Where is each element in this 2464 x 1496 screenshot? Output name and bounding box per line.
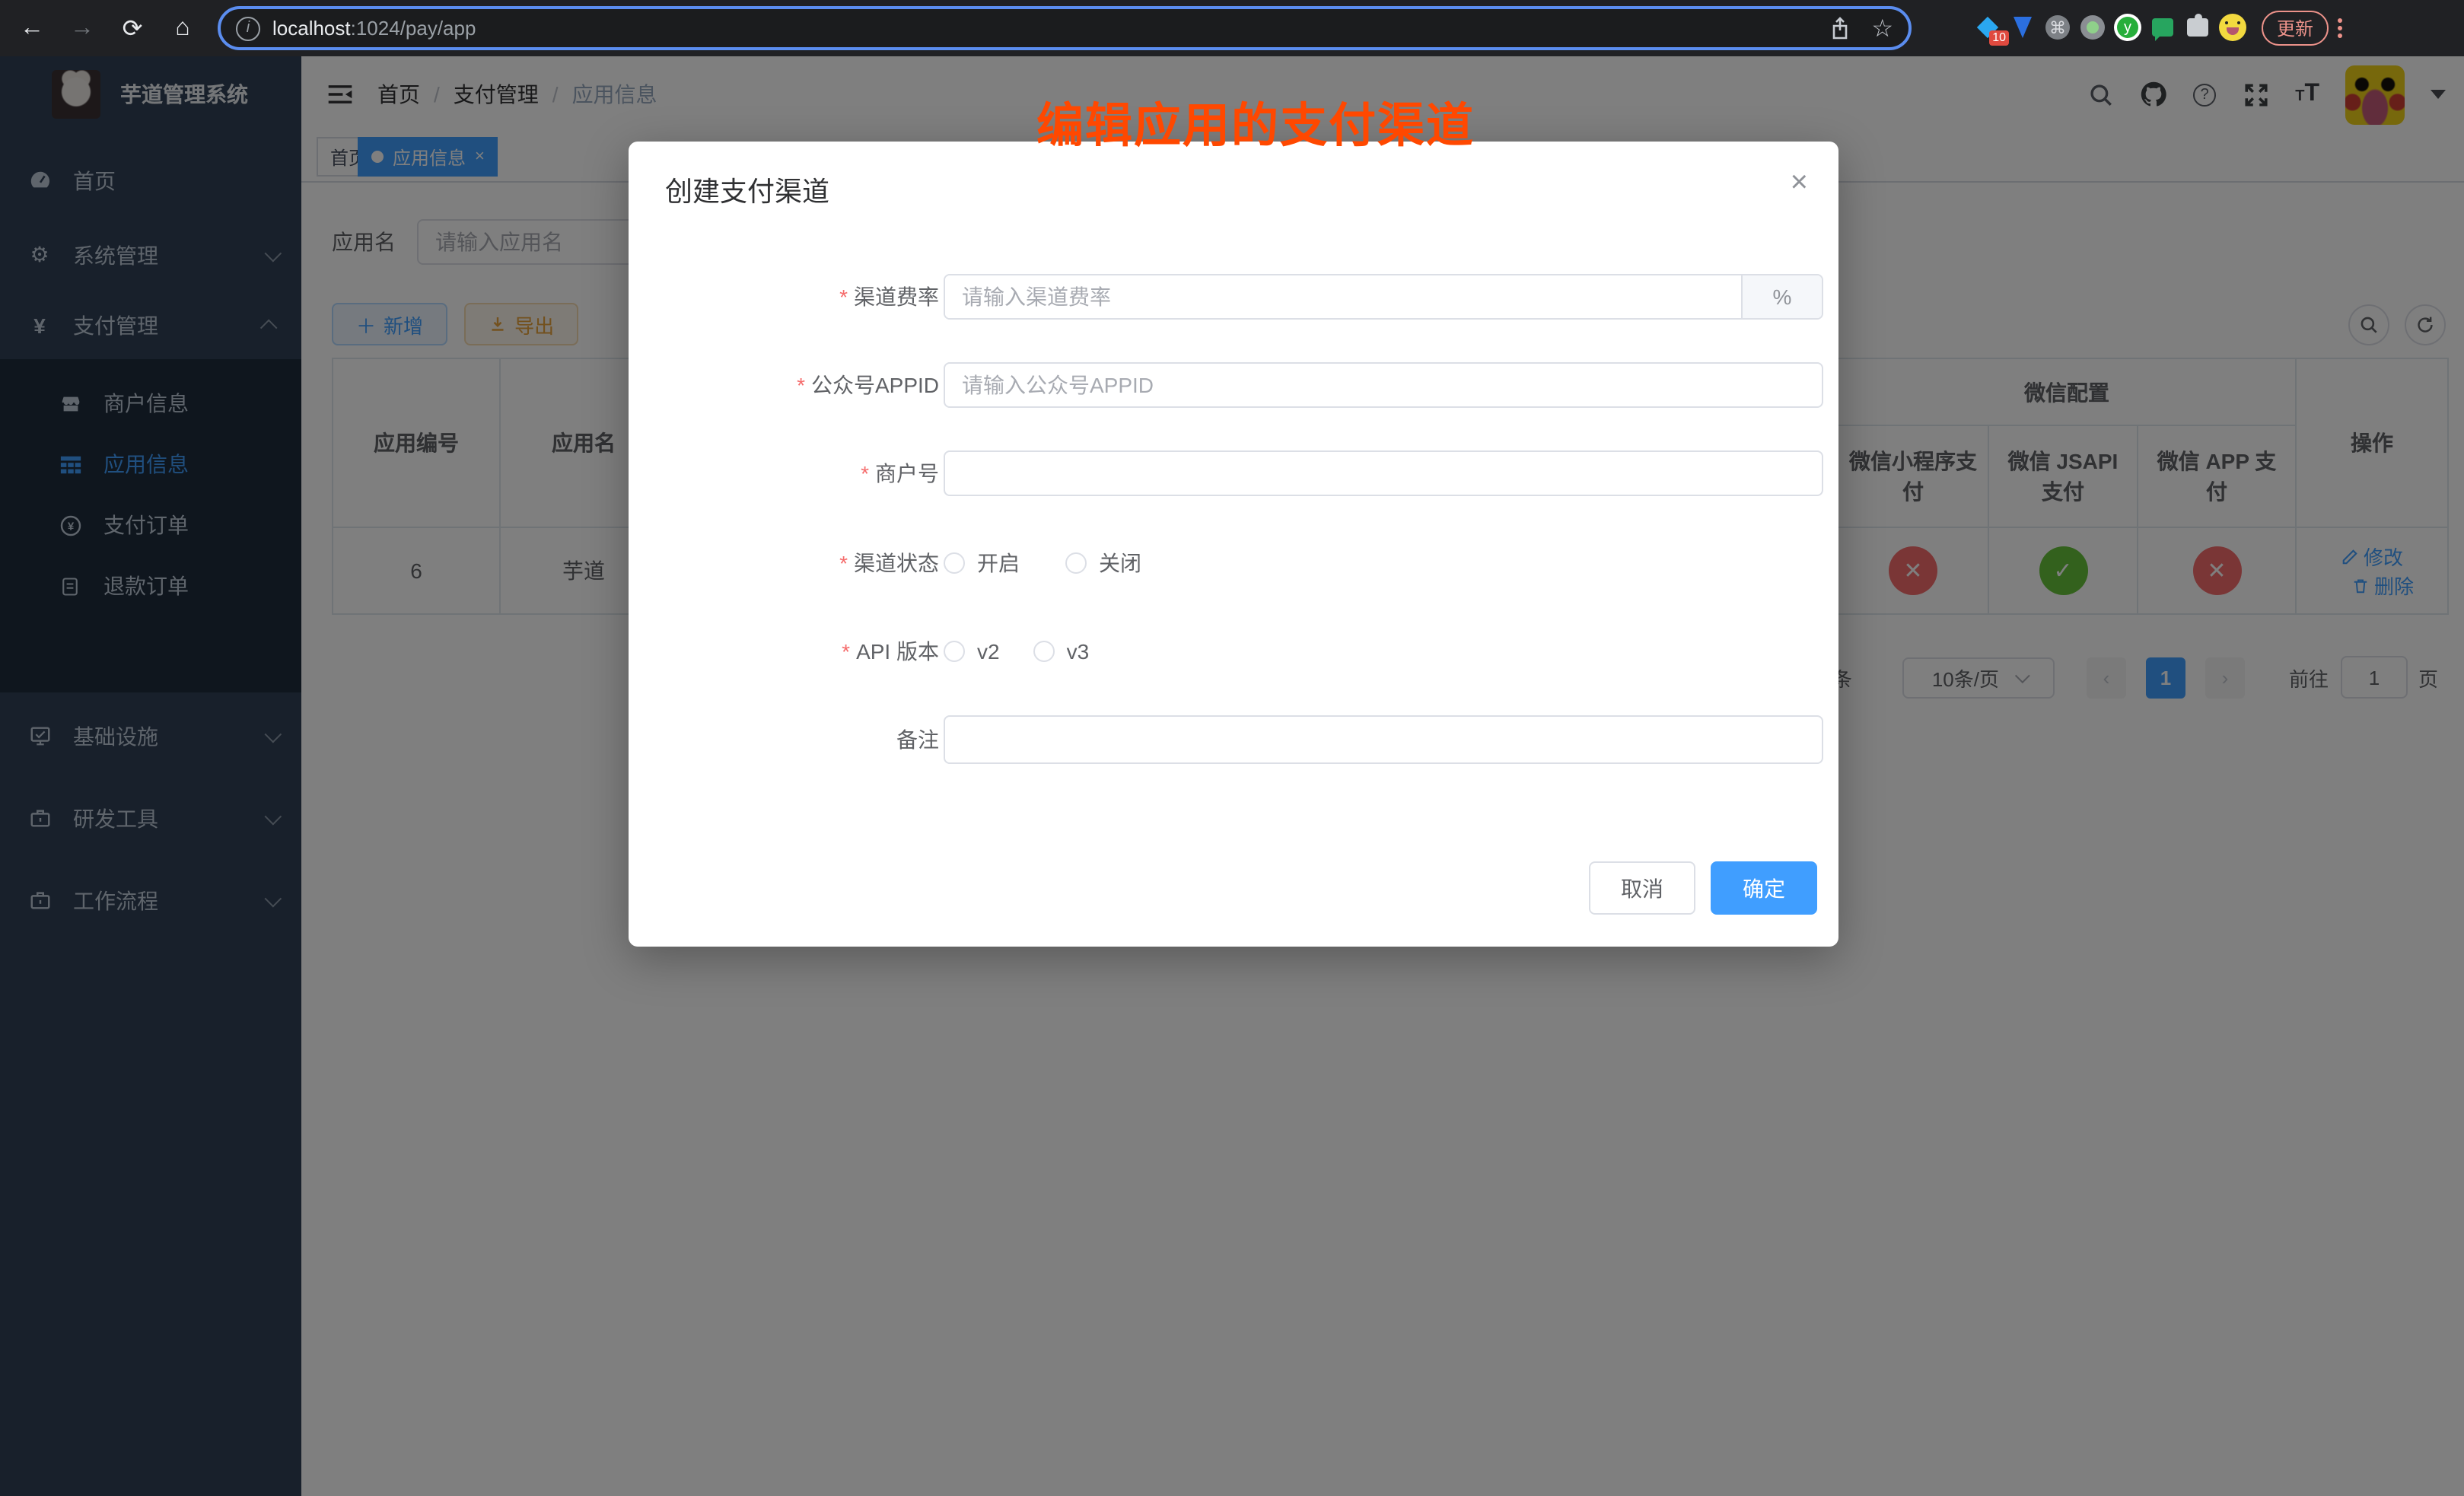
bookmark-star-icon[interactable]: ☆ bbox=[1871, 13, 1893, 43]
status-radio-group: 开启 关闭 bbox=[944, 540, 1823, 586]
required-asterisk: * bbox=[861, 461, 869, 485]
api-v3-radio[interactable]: v3 bbox=[1033, 639, 1090, 664]
appid-input[interactable] bbox=[944, 362, 1823, 408]
profile-avatar-icon[interactable] bbox=[2217, 9, 2248, 46]
dialog-close-icon[interactable]: × bbox=[1791, 166, 1808, 201]
remark-input[interactable] bbox=[944, 715, 1823, 764]
rate-input[interactable] bbox=[945, 275, 1741, 318]
cancel-button[interactable]: 取消 bbox=[1589, 861, 1695, 915]
app-viewport: 芋道管理系统 首页 ⚙ 系统管理 ¥ 支付管理 商户信息 bbox=[0, 56, 2464, 1496]
radio-icon bbox=[1033, 641, 1055, 662]
appid-label: 公众号APPID bbox=[811, 370, 939, 400]
merchant-label: 商户号 bbox=[875, 458, 939, 489]
browser-chrome: ← → ⟳ ⌂ i localhost:1024/pay/app ☆ 10 ⌘ … bbox=[0, 0, 2464, 56]
required-asterisk: * bbox=[797, 373, 805, 397]
reload-icon[interactable]: ⟳ bbox=[114, 10, 151, 46]
api-version-radio-group: v2 v3 bbox=[944, 629, 1823, 674]
radio-icon bbox=[1065, 552, 1087, 574]
extension-badge: 10 bbox=[1989, 30, 2009, 46]
status-label: 渠道状态 bbox=[854, 548, 939, 578]
browser-update-button[interactable]: 更新 bbox=[2262, 10, 2329, 45]
url-host: localhost bbox=[272, 17, 351, 40]
required-asterisk: * bbox=[839, 551, 848, 575]
status-open-radio[interactable]: 开启 bbox=[944, 548, 1020, 578]
share-icon[interactable] bbox=[1829, 16, 1850, 40]
rate-label: 渠道费率 bbox=[854, 282, 939, 312]
required-asterisk: * bbox=[839, 285, 848, 309]
percent-suffix: % bbox=[1741, 275, 1822, 318]
status-closed-radio[interactable]: 关闭 bbox=[1065, 548, 1141, 578]
merchant-input[interactable] bbox=[944, 450, 1823, 496]
radio-icon bbox=[944, 552, 965, 574]
url-path: :1024/pay/app bbox=[351, 17, 476, 40]
extension-command-icon[interactable]: ⌘ bbox=[2042, 9, 2073, 46]
dialog-footer: 取消 确定 bbox=[1589, 861, 1817, 915]
remark-label: 备注 bbox=[896, 724, 939, 755]
extension-pinned-icon[interactable]: 10 bbox=[1972, 9, 2003, 46]
radio-icon bbox=[944, 641, 965, 662]
screen: ← → ⟳ ⌂ i localhost:1024/pay/app ☆ 10 ⌘ … bbox=[0, 0, 2464, 1496]
home-icon[interactable]: ⌂ bbox=[164, 10, 201, 46]
forward-icon[interactable]: → bbox=[64, 10, 100, 46]
browser-menu-icon[interactable] bbox=[2338, 18, 2342, 37]
extension-y-icon[interactable]: y bbox=[2112, 9, 2143, 46]
address-bar[interactable]: i localhost:1024/pay/app ☆ bbox=[218, 6, 1912, 50]
rate-input-group: % bbox=[944, 274, 1823, 320]
dialog-title: 创建支付渠道 bbox=[665, 170, 829, 210]
back-icon[interactable]: ← bbox=[14, 10, 50, 46]
required-asterisk: * bbox=[842, 639, 850, 664]
extension-chat-icon[interactable] bbox=[2147, 9, 2178, 46]
extension-dot-icon[interactable] bbox=[2077, 9, 2108, 46]
annotation-title: 编辑应用的支付渠道 bbox=[928, 87, 1583, 155]
api-version-label: API 版本 bbox=[856, 636, 939, 667]
extensions-puzzle-icon[interactable] bbox=[2182, 9, 2213, 46]
confirm-button[interactable]: 确定 bbox=[1711, 861, 1817, 915]
extension-kite-icon[interactable] bbox=[2007, 9, 2038, 46]
api-v2-radio[interactable]: v2 bbox=[944, 639, 1000, 664]
create-pay-channel-dialog: 创建支付渠道 × *渠道费率 % *公众号APPID *商户号 bbox=[629, 142, 1838, 947]
site-info-icon[interactable]: i bbox=[236, 16, 260, 40]
